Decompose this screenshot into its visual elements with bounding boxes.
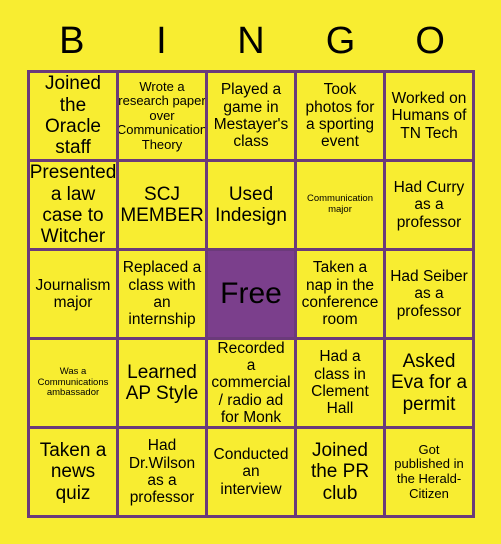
bingo-cell-r2-c3[interactable]: Used Indesign [208,162,297,251]
bingo-cell-r4-c2[interactable]: Learned AP Style [119,340,208,429]
bingo-header-letter-b: B [59,20,85,62]
bingo-cell-r2-c4[interactable]: Communication major [297,162,386,251]
bingo-cell-r4-c3[interactable]: Recorded a commercial / radio ad for Mon… [208,340,297,429]
bingo-free-space[interactable]: Free [208,251,297,340]
bingo-cell-r5-c1[interactable]: Taken a news quiz [30,429,119,518]
bingo-cell-r2-c1[interactable]: Presented a law case to Witcher [30,162,119,251]
bingo-header: BINGO [27,14,475,68]
bingo-cell-r5-c2[interactable]: Had Dr.Wilson as a professor [119,429,208,518]
bingo-cell-r1-c2[interactable]: Wrote a research paper over Communicatio… [119,73,208,162]
bingo-card: B I N G O Joined the Oracle staff Wrote a res… [0,0,501,544]
bingo-cell-r4-c4[interactable]: Had a class in Clement Hall [297,340,386,429]
bingo-cell-r2-c2[interactable]: SCJ MEMBER [119,162,208,251]
bingo-cell-r1-c1[interactable]: Joined the Oracle staff [30,73,119,162]
bingo-cell-r5-c3[interactable]: Conducted an interview [208,429,297,518]
bingo-cell-r3-c1[interactable]: Journalism major [30,251,119,340]
bingo-cell-r1-c4[interactable]: Took photos for a sporting event [297,73,386,162]
bingo-grid: Joined the Oracle staff Wrote a research … [27,70,475,518]
bingo-header-letter-g: G [325,20,356,62]
bingo-cell-r5-c4[interactable]: Joined the PR club [297,429,386,518]
bingo-header-letter-i: I [156,20,167,62]
bingo-cell-r4-c1[interactable]: Was a Communications ambassador [30,340,119,429]
bingo-cell-r5-c5[interactable]: Got published in the Herald-Citizen [386,429,475,518]
bingo-cell-r3-c4[interactable]: Taken a nap in the conference room [297,251,386,340]
bingo-cell-r3-c5[interactable]: Had Seiber as a professor [386,251,475,340]
bingo-cell-r3-c2[interactable]: Replaced a class with an internship [119,251,208,340]
bingo-cell-r4-c5[interactable]: Asked Eva for a permit [386,340,475,429]
bingo-cell-r1-c5[interactable]: Worked on Humans of TN Tech [386,73,475,162]
bingo-cell-r2-c5[interactable]: Had Curry as a professor [386,162,475,251]
bingo-header-letter-o: O [415,20,445,62]
bingo-header-letter-n: N [237,20,265,62]
bingo-cell-r1-c3[interactable]: Played a game in Mestayer's class [208,73,297,162]
